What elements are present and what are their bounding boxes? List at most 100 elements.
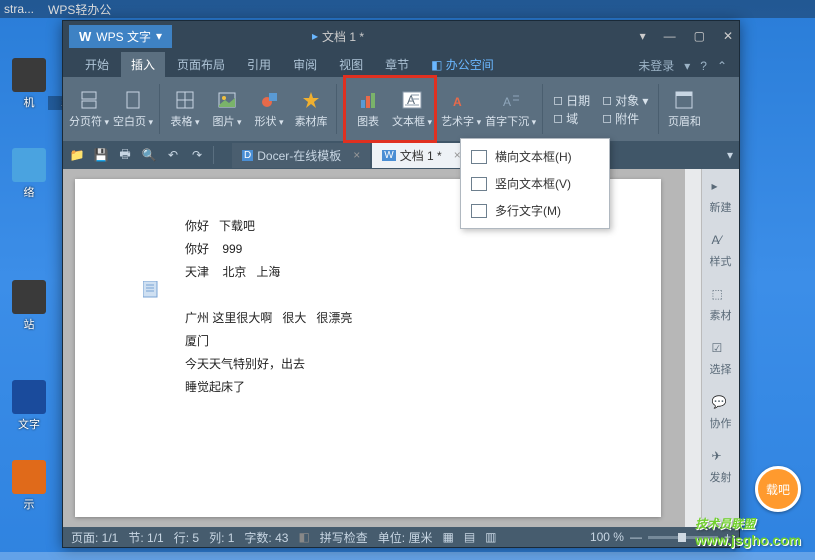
ribbon-tab[interactable]: 视图 [329,52,373,77]
qat-redo[interactable]: ↷ [189,147,205,163]
dropdown-label: 多行文字(M) [495,202,561,219]
dropdown-item[interactable]: 竖向文本框(V) [461,170,609,197]
ribbon-date[interactable]: ◻日期 [553,92,590,109]
desktop-icon[interactable]: 站 [10,280,48,332]
ribbon-chart[interactable]: 图表 [346,78,390,140]
ribbon-tab[interactable]: 页面布局 [167,52,235,77]
document-tabs: DDocer-在线模板×W文档 1 *× + [232,143,496,168]
dropdown-item[interactable]: 横向文本框(H) [461,143,609,170]
qat-save[interactable]: 💾 [93,147,109,163]
separator [658,84,659,134]
minimize-button[interactable]: — [664,29,676,43]
new-icon: ▸ [712,179,730,197]
section-marker-icon [143,281,159,299]
desktop-icon[interactable]: 文字 [10,380,48,432]
ribbon-tab[interactable]: 插入 [121,52,165,77]
right-tool-material[interactable]: ⬚素材 [702,283,739,327]
collapse-ribbon-icon[interactable]: ⌃ [717,59,727,73]
login-status[interactable]: 未登录 [638,57,674,74]
text-line[interactable]: 睡觉起床了 [185,376,551,399]
status-line: 行: 5 [174,529,199,546]
ribbon-wordart[interactable]: A艺术字 [441,78,481,140]
ribbon-tab[interactable]: 审阅 [283,52,327,77]
desktop-icon[interactable]: 络 [10,148,48,200]
text-line[interactable]: 广州 这里很大啊 很大 很漂亮 [185,307,551,330]
text-line[interactable]: 天津 北京 上海 [185,261,551,284]
desktop-icon[interactable]: 机 [10,58,48,110]
ribbon-header-footer[interactable]: 页眉和 [665,78,703,140]
text-line[interactable]: 今天天气特别好，出去 [185,353,551,376]
ribbon-tab[interactable]: 引用 [237,52,281,77]
tab-list-icon[interactable]: ▾ [727,148,733,162]
status-unit[interactable]: 单位: 厘米 [378,529,433,546]
ribbon-picture[interactable]: 图片 [208,78,246,140]
taskbar[interactable] [0,552,815,560]
qat-print[interactable]: 🖶 [117,147,133,163]
document-page[interactable]: 你好 下载吧你好 999天津 北京 上海 广州 这里很大啊 很大 很漂亮厦门今天… [75,179,661,517]
status-section[interactable]: 节: 1/1 [128,529,163,546]
text-line[interactable]: 你好 999 [185,238,551,261]
view-mode-icon[interactable]: ▤ [464,530,475,544]
view-mode-icon[interactable]: ▥ [485,530,496,544]
material-icon [300,89,322,111]
ribbon-label: 文本框 [392,113,432,129]
app-menu-chip[interactable]: W WPS 文字 ▾ [69,25,172,48]
wps-logo-icon: W [79,29,91,44]
tab-workspace[interactable]: ◧ 办公空间 [421,52,504,77]
dropdown-label: 竖向文本框(V) [495,175,571,192]
svg-text:A: A [453,95,462,109]
text-line[interactable]: 厦门 [185,330,551,353]
qat-folder[interactable]: 📁 [69,147,85,163]
document-tab[interactable]: W文档 1 *× [372,143,470,168]
zoom-out-button[interactable]: — [630,530,642,544]
date-icon: ◻ [553,93,563,107]
right-tool-launch[interactable]: ✈发射 [702,445,739,489]
dropdown-icon[interactable]: ▾ [640,29,646,43]
launch-icon: ✈ [712,449,730,467]
status-chars[interactable]: 字数: 43 [244,529,288,546]
login-dropdown-icon[interactable]: ▾ [684,59,690,73]
desktop-app-icon [12,280,46,314]
ribbon-field[interactable]: ◻域 [553,110,590,127]
document-tab[interactable]: DDocer-在线模板× [232,143,370,168]
desktop-app-icon [12,148,46,182]
view-mode-icon[interactable]: ▦ [442,530,453,544]
doc-tab-label: Docer-在线模板 [257,147,341,164]
ribbon-textbox[interactable]: A文本框 [390,78,434,140]
status-page[interactable]: 页面: 1/1 [71,529,118,546]
maximize-button[interactable]: ▢ [694,29,705,43]
print-preview-icon: 🔍 [142,148,157,162]
ribbon-blank-page[interactable]: 空白页 [113,78,153,140]
ribbon-page-break[interactable]: 分页符 [69,78,109,140]
right-tool-collab[interactable]: 💬协作 [702,391,739,435]
wordart-icon: A [450,89,472,111]
attach-icon: ◻ [602,111,612,125]
desktop-app-icon [12,460,46,494]
highlight-box: 图表A文本框 [343,75,437,143]
zoom-value[interactable]: 100 % [590,530,624,544]
status-spell[interactable]: 拼写检查 [320,529,368,546]
dropdown-item[interactable]: 多行文字(M) [461,197,609,224]
qat-print-preview[interactable]: 🔍 [141,147,157,163]
desktop-icon-label: 站 [10,316,48,332]
header-footer-icon [673,89,695,111]
ribbon-dropcap[interactable]: A首字下沉 [485,78,536,140]
right-tool-style[interactable]: A⁄样式 [702,229,739,273]
right-tool-new[interactable]: ▸新建 [702,175,739,219]
desktop-icon[interactable]: 示 [10,460,48,512]
picture-icon [216,89,238,111]
ribbon-object[interactable]: ◻对象 ▾ [602,92,648,109]
help-icon[interactable]: ? [700,59,707,73]
close-button[interactable]: ✕ [723,29,733,43]
ribbon-attach[interactable]: ◻附件 [602,110,648,127]
text-line[interactable] [185,284,551,307]
ribbon-material[interactable]: 素材库 [292,78,330,140]
close-tab-icon[interactable]: × [353,148,360,162]
ribbon-tab[interactable]: 开始 [75,52,119,77]
ribbon-table[interactable]: 表格 [166,78,204,140]
qat-undo[interactable]: ↶ [165,147,181,163]
right-tool-select[interactable]: ☑选择 [702,337,739,381]
ribbon-tab[interactable]: 章节 [375,52,419,77]
vertical-scrollbar[interactable] [685,169,701,527]
ribbon-shape[interactable]: 形状 [250,78,288,140]
